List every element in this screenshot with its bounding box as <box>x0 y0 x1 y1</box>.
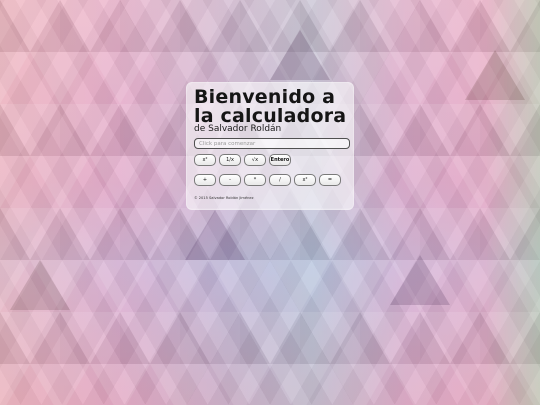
reciprocal-button[interactable]: 1/x <box>219 154 241 166</box>
power-button[interactable]: x² <box>294 174 316 186</box>
add-button[interactable]: + <box>194 174 216 186</box>
divide-button[interactable]: / <box>269 174 291 186</box>
equals-button[interactable]: = <box>319 174 341 186</box>
square-root-button[interactable]: √x <box>244 154 266 166</box>
copyright-footer: © 2015 Salvador Roldán Jiménez <box>194 196 254 200</box>
square-button[interactable]: x² <box>194 154 216 166</box>
author-subtitle: de Salvador Roldán <box>194 124 282 134</box>
calculator-display-input[interactable] <box>194 138 350 149</box>
multiply-button[interactable]: * <box>244 174 266 186</box>
integer-button[interactable]: Entero <box>269 154 291 166</box>
welcome-card: Bienvenido a la calculadora de Salvador … <box>186 82 354 210</box>
page-title: Bienvenido a la calculadora <box>194 86 347 127</box>
subtract-button[interactable]: - <box>219 174 241 186</box>
